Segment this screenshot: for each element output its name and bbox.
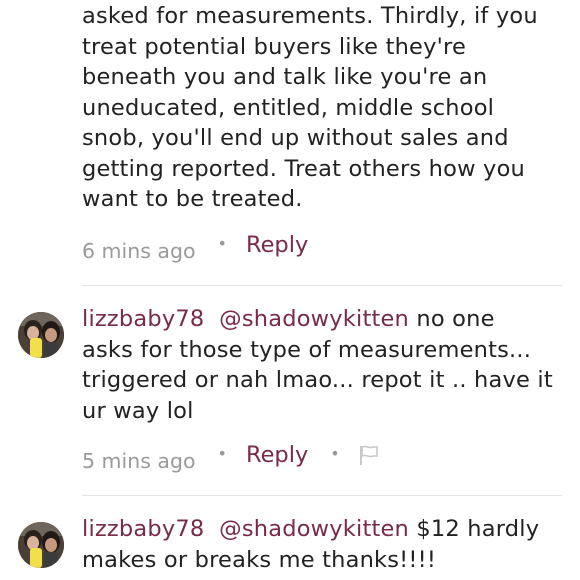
- comment-mention[interactable]: @shadowykitten: [219, 516, 409, 542]
- divider: [82, 285, 562, 286]
- comment-body: asked for measurements. Thirdly, if you …: [82, 1, 572, 215]
- comment-timestamp: 5 mins ago: [82, 449, 196, 473]
- comment-username[interactable]: lizzbaby78: [82, 516, 204, 542]
- comment-line: treat potential buyers like they're: [82, 33, 466, 60]
- comment-body: lizzbaby78 @shadowykitten no one asks fo…: [82, 304, 572, 426]
- divider: [82, 495, 562, 496]
- flag-icon[interactable]: [358, 444, 380, 466]
- separator-dot: •: [217, 233, 227, 253]
- comment-line: getting reported. Treat others how you: [82, 155, 525, 182]
- comment-text: no one: [409, 306, 495, 332]
- comment-line: uneducated, entitled, middle school: [82, 94, 495, 121]
- comment-line: makes or breaks me thanks!!!!: [82, 546, 437, 573]
- separator-dot: •: [217, 443, 227, 463]
- avatar[interactable]: [18, 312, 64, 358]
- comment-username[interactable]: lizzbaby78: [82, 306, 204, 332]
- comment-line: ur way lol: [82, 397, 194, 424]
- comment-meta: 6 mins ago • Reply: [82, 228, 308, 263]
- comment-line: snob, you'll end up without sales and: [82, 125, 509, 151]
- comment-meta: 5 mins ago • Reply •: [82, 438, 380, 473]
- comment-line: triggered or nah lmao... repot it .. hav…: [82, 367, 553, 393]
- comment-line: beneath you and talk like you're an: [82, 64, 488, 90]
- comment-line: want to be treated.: [82, 186, 303, 212]
- comment-first-line: lizzbaby78 @shadowykitten no one: [82, 304, 572, 335]
- comments-feed: asked for measurements. Thirdly, if you …: [0, 0, 580, 580]
- comment-line: asks for those type of measurements...: [82, 336, 532, 363]
- reply-button[interactable]: Reply: [246, 232, 308, 258]
- reply-button[interactable]: Reply: [246, 442, 308, 468]
- comment-text: $12 hardly: [409, 516, 540, 542]
- comment-mention[interactable]: @shadowykitten: [219, 306, 409, 332]
- comment-first-line: lizzbaby78 @shadowykitten $12 hardly: [82, 514, 572, 545]
- separator-dot: •: [330, 443, 340, 463]
- comment-timestamp: 6 mins ago: [82, 239, 196, 263]
- comment-line: asked for measurements. Thirdly, if you: [82, 3, 538, 29]
- avatar[interactable]: [18, 522, 64, 568]
- comment-body: lizzbaby78 @shadowykitten $12 hardly mak…: [82, 514, 572, 575]
